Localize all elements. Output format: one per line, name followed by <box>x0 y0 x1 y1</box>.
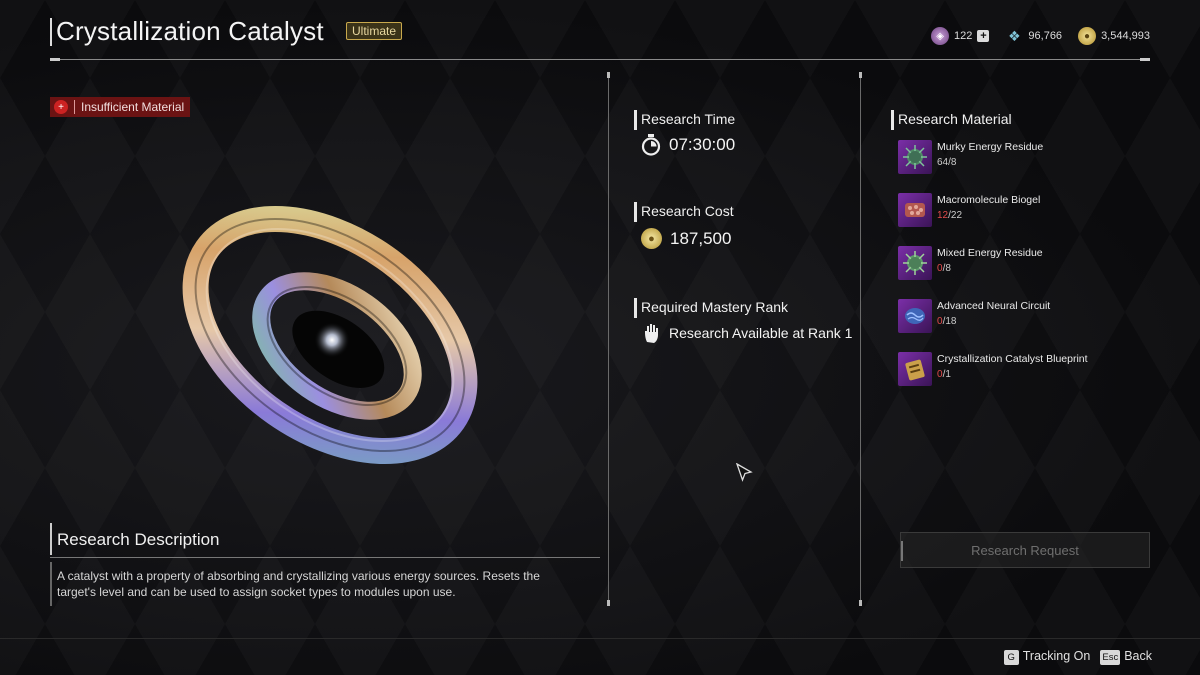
alert-icon: + <box>54 100 68 114</box>
research-material-title: Research Material <box>898 111 1012 127</box>
description-text: A catalyst with a property of absorbing … <box>57 569 540 599</box>
material-count: 12/22 <box>937 210 1040 221</box>
material-need: /8 <box>942 263 951 274</box>
currency-value: 122 <box>954 30 973 42</box>
section-accent-bar <box>634 298 637 318</box>
material-name: Murky Energy Residue <box>937 141 1044 153</box>
material-need: /8 <box>948 157 957 168</box>
energy-activator-icon: ◈ <box>931 27 950 45</box>
material-count: 0/18 <box>937 316 1050 327</box>
column-divider-right <box>859 72 862 606</box>
currency-gold: ● 3,544,993 <box>1078 27 1150 45</box>
mastery-rank: Research Available at Rank 1 <box>643 322 852 344</box>
back-label: Back <box>1124 649 1152 663</box>
currency-kuiper-shard: ❖ 96,766 <box>1005 27 1062 45</box>
stopwatch-icon <box>641 134 661 156</box>
material-item[interactable]: Mixed Energy Residue 0/8 <box>898 246 1043 280</box>
tracking-toggle[interactable]: G Tracking On <box>1003 649 1091 665</box>
key-g-icon: G <box>1003 650 1019 665</box>
currency-bar: ◈ 122 + ❖ 96,766 ● 3,544,993 <box>931 27 1150 45</box>
research-cost-value: 187,500 <box>670 228 732 248</box>
back-button[interactable]: Esc Back <box>1100 649 1152 665</box>
research-request-button[interactable]: Research Request <box>900 532 1150 568</box>
description-title: Research Description <box>57 530 220 549</box>
material-name: Advanced Neural Circuit <box>937 300 1051 312</box>
catalyst-ring-image <box>182 205 478 465</box>
material-count: 0/8 <box>937 263 1043 274</box>
currency-value: 96,766 <box>1028 30 1063 42</box>
description-divider <box>50 557 600 558</box>
mastery-rank-value: Research Available at Rank 1 <box>669 325 853 341</box>
currency-value: 3,544,993 <box>1101 30 1150 42</box>
material-name: Mixed Energy Residue <box>937 247 1043 259</box>
column-divider-left <box>607 72 610 606</box>
material-count: 64/8 <box>937 157 1043 168</box>
header-divider <box>50 58 1150 61</box>
section-accent-bar <box>634 202 637 222</box>
material-have: 12 <box>937 210 949 221</box>
research-time: 07:30:00 <box>641 134 735 156</box>
item-title: Crystallization Catalyst <box>56 16 324 46</box>
currency-energy-activator[interactable]: ◈ 122 + <box>931 27 990 45</box>
material-need: /18 <box>942 316 957 327</box>
section-accent-bar <box>891 110 894 130</box>
mouse-cursor-icon <box>736 463 753 482</box>
warning-text: Insufficient Material <box>81 100 185 114</box>
material-name: Macromolecule Biogel <box>937 194 1041 206</box>
energy-residue-icon <box>898 140 932 174</box>
footer-divider <box>0 638 1200 639</box>
footer-hints: G Tracking On Esc Back <box>1003 649 1152 665</box>
description-side-bar <box>50 562 52 606</box>
biogel-icon <box>898 193 932 227</box>
energy-residue-icon <box>898 246 932 280</box>
material-item[interactable]: Crystallization Catalyst Blueprint 0/1 <box>898 352 1088 386</box>
material-need: /22 <box>948 210 963 221</box>
material-count: 0/1 <box>937 369 1088 380</box>
material-name: Crystallization Catalyst Blueprint <box>937 353 1088 365</box>
neural-circuit-icon <box>898 299 932 333</box>
title-accent-bar <box>50 18 52 46</box>
hand-icon <box>645 324 658 343</box>
blueprint-icon <box>898 352 932 386</box>
description-accent-bar <box>50 523 52 555</box>
material-item[interactable]: Murky Energy Residue 64/8 <box>898 140 1043 174</box>
gold-coin-icon: ● <box>1078 27 1097 45</box>
kuiper-shard-icon: ❖ <box>1008 27 1021 44</box>
grade-badge: Ultimate <box>346 22 403 40</box>
mastery-rank-label: Required Mastery Rank <box>641 299 789 315</box>
material-need: /1 <box>942 369 951 380</box>
key-esc-icon: Esc <box>1100 650 1121 665</box>
tracking-label: Tracking On <box>1022 649 1091 663</box>
research-cost: ● 187,500 <box>641 228 731 249</box>
add-currency-icon[interactable]: + <box>977 30 990 42</box>
divider <box>74 100 75 114</box>
research-time-value: 07:30:00 <box>669 135 736 154</box>
section-accent-bar <box>634 110 637 130</box>
material-item[interactable]: Advanced Neural Circuit 0/18 <box>898 299 1050 333</box>
gold-coin-icon: ● <box>641 228 662 249</box>
material-item[interactable]: Macromolecule Biogel 12/22 <box>898 193 1040 227</box>
research-time-label: Research Time <box>641 111 736 127</box>
research-cost-label: Research Cost <box>641 203 734 219</box>
material-have: 64 <box>937 157 949 168</box>
insufficient-material-badge: + Insufficient Material <box>50 97 191 117</box>
